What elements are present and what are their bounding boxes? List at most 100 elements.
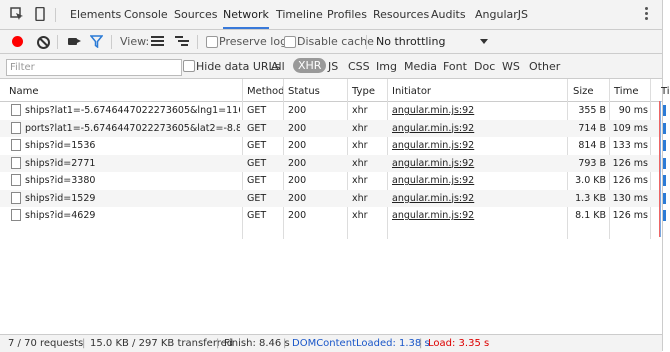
filter-icon[interactable]	[90, 35, 103, 48]
throttling-select[interactable]: No throttling	[376, 35, 445, 48]
large-rows-icon[interactable]	[151, 36, 164, 47]
cell-time: 130 ms	[612, 192, 648, 204]
status-separator: |	[419, 338, 423, 349]
toolbar-separator	[366, 35, 367, 49]
cell-type: xhr	[352, 210, 368, 221]
table-row[interactable]: ships?id=1529 GET 200 xhr angular.min.js:92 1…	[0, 189, 666, 207]
filter-type-xhr[interactable]: XHR	[293, 58, 327, 73]
camera-icon[interactable]	[68, 38, 81, 45]
cell-method: GET	[247, 192, 267, 204]
tab-profiles[interactable]: Profiles	[327, 8, 367, 21]
tab-console[interactable]: Console	[124, 8, 168, 21]
file-icon	[11, 156, 21, 169]
device-mode-icon[interactable]	[33, 7, 47, 21]
hide-data-urls-label: Hide data URLs	[196, 60, 281, 73]
cell-time: 126 ms	[612, 210, 648, 221]
column-initiator[interactable]: Initiator	[392, 86, 431, 97]
cell-type: xhr	[352, 157, 368, 169]
record-icon[interactable]	[12, 36, 23, 47]
column-size[interactable]: Size	[573, 86, 594, 97]
waterfall-bar	[663, 192, 666, 204]
waterfall-icon[interactable]	[175, 36, 189, 47]
cell-status: 200	[288, 140, 307, 151]
cell-initiator[interactable]: angular.min.js:92	[392, 105, 564, 116]
clear-icon[interactable]	[37, 36, 50, 49]
cell-name: ships?id=1536	[25, 140, 96, 151]
file-icon	[11, 209, 21, 221]
cell-name: ships?lat1=-5.6746447022273605&lng1=116.…	[25, 105, 240, 116]
cell-method: GET	[247, 175, 267, 186]
tab-timeline[interactable]: Timeline	[276, 8, 323, 21]
filter-type-img[interactable]: Img	[376, 60, 397, 73]
cell-type: xhr	[352, 175, 368, 186]
cell-status: 200	[288, 192, 307, 204]
tab-audits[interactable]: Audits	[431, 8, 466, 21]
status-separator: |	[283, 338, 287, 349]
cell-status: 200	[288, 122, 307, 134]
table-row[interactable]: ships?id=3380 GET 200 xhr angular.min.js:92 3…	[0, 172, 666, 189]
devtools-window: Elements Console Sources Network Timelin…	[0, 0, 669, 352]
chevron-down-icon[interactable]	[480, 39, 488, 44]
table-row[interactable]: ships?id=2771 GET 200 xhr angular.min.js:92 7…	[0, 154, 666, 172]
cell-type: xhr	[352, 105, 368, 116]
cell-type: xhr	[352, 122, 368, 134]
tab-sources[interactable]: Sources	[174, 8, 218, 21]
request-count: 7 / 70 requests	[8, 338, 84, 349]
network-toolbar: View: Preserve log Disable cache No thro…	[0, 30, 662, 54]
transferred-size: 15.0 KB / 297 KB transferred	[90, 338, 234, 349]
cell-size: 1.3 KB	[575, 192, 606, 204]
filter-type-doc[interactable]: Doc	[474, 60, 495, 73]
cell-type: xhr	[352, 140, 368, 151]
cell-size: 3.0 KB	[575, 175, 606, 186]
cell-initiator[interactable]: angular.min.js:92	[392, 140, 564, 151]
column-method[interactable]: Method	[247, 86, 285, 97]
filter-input[interactable]	[6, 59, 182, 76]
more-options-icon[interactable]	[645, 7, 649, 21]
requests-table-header: Name Method Status Type Initiator Size T…	[0, 79, 669, 171]
inspect-icon[interactable]	[10, 7, 24, 21]
filter-type-other[interactable]: Other	[529, 60, 560, 73]
cell-name: ships?id=3380	[25, 175, 96, 186]
column-type[interactable]: Type	[352, 86, 375, 97]
load-time: Load: 3.35 s	[428, 338, 490, 349]
table-row[interactable]: ships?lat1=-5.6746447022273605&lng1=116.…	[0, 102, 666, 119]
cell-method: GET	[247, 122, 267, 134]
filter-type-ws[interactable]: WS	[502, 60, 520, 73]
file-icon	[11, 139, 21, 151]
toolbar-separator	[111, 35, 112, 49]
table-row[interactable]: ships?id=4629 GET 200 xhr angular.min.js:92 8…	[0, 207, 666, 224]
filter-type-css[interactable]: CSS	[348, 60, 370, 73]
preserve-log-label: Preserve log	[219, 35, 288, 48]
cell-initiator[interactable]: angular.min.js:92	[392, 210, 564, 221]
toolbar-separator	[197, 35, 198, 49]
column-status[interactable]: Status	[288, 86, 320, 97]
cell-status: 200	[288, 157, 307, 169]
filter-type-font[interactable]: Font	[443, 60, 467, 73]
view-label: View:	[120, 35, 150, 48]
tab-network[interactable]: Network	[223, 8, 269, 29]
tab-angularjs[interactable]: AngularJS	[475, 8, 528, 21]
waterfall-bar	[663, 157, 666, 169]
hide-data-urls-checkbox[interactable]	[183, 60, 195, 72]
tab-separator	[55, 8, 56, 22]
cell-initiator[interactable]: angular.min.js:92	[392, 123, 564, 134]
table-row[interactable]: ports?lat1=-5.6746447022273605&lat2=-8.8…	[0, 119, 666, 137]
disable-cache-checkbox[interactable]	[284, 36, 296, 48]
cell-status: 200	[288, 175, 307, 186]
filter-type-media[interactable]: Media	[404, 60, 437, 73]
filter-type-all[interactable]: All	[271, 60, 285, 73]
file-icon	[11, 121, 21, 134]
cell-method: GET	[247, 157, 267, 169]
filter-type-js[interactable]: JS	[328, 60, 338, 73]
cell-initiator[interactable]: angular.min.js:92	[392, 175, 564, 186]
network-status-bar: 7 / 70 requests | 15.0 KB / 297 KB trans…	[0, 334, 662, 352]
cell-initiator[interactable]: angular.min.js:92	[392, 158, 564, 169]
preserve-log-checkbox[interactable]	[206, 36, 218, 48]
tab-elements[interactable]: Elements	[70, 8, 121, 21]
column-timeline[interactable]: Tim	[661, 86, 669, 97]
tab-resources[interactable]: Resources	[373, 8, 429, 21]
cell-initiator[interactable]: angular.min.js:92	[392, 193, 564, 204]
column-name[interactable]: Name	[9, 86, 39, 97]
column-time[interactable]: Time	[614, 86, 638, 97]
table-row[interactable]: ships?id=1536 GET 200 xhr angular.min.js:92 8…	[0, 137, 666, 154]
